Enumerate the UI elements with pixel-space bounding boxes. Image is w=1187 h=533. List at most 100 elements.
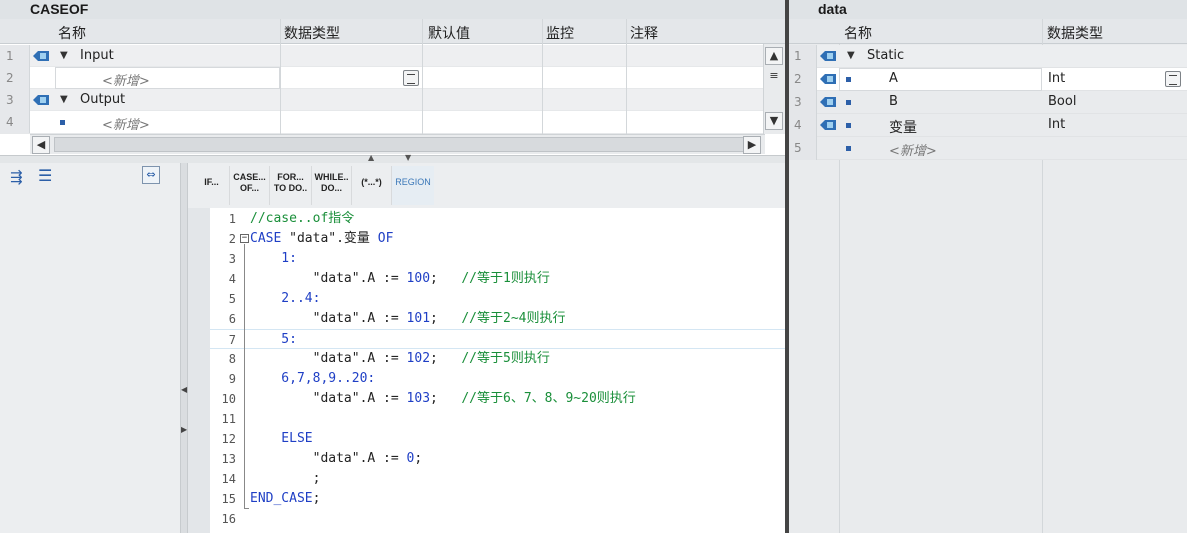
scroll-grip-icon[interactable]: ≡ [765,68,783,86]
code-line[interactable]: 5 2..4: [210,289,785,309]
code-text: "data".A := 101; //等于2~4则执行 [250,311,566,326]
case-of-button[interactable]: CASE... OF... [230,166,270,205]
line-number: 4 [228,272,236,286]
code-line[interactable]: 14 ; [210,469,785,489]
col-divider [626,19,627,134]
line-number: 2 [228,232,236,246]
row-name: Output [80,92,126,107]
collapse-triangle-icon[interactable]: ▼ [60,50,68,61]
add-new-input-cell[interactable] [55,67,280,89]
region-button[interactable]: REGION [392,166,434,205]
data-row[interactable]: 1 ▼ Static [789,45,1187,68]
code-line[interactable]: 2 CASE "data".变量 OF [210,229,785,249]
if-button[interactable]: IF... [194,166,230,205]
col-datatype[interactable]: 数据类型 [1047,23,1103,43]
col-divider [422,19,423,134]
member-square-icon [846,146,851,151]
comment-button[interactable]: (*...*) [352,166,392,205]
member-name: <新增> [889,144,937,159]
member-square-icon [846,123,851,128]
col-name[interactable]: 名称 [844,23,872,43]
outline-pane: ⇶ ☰ ⇔ [0,163,180,533]
datatype-picker-icon[interactable] [403,70,419,86]
button-label: REGION [395,177,431,187]
line-number: 11 [221,412,236,426]
splitter-right-icon[interactable]: ▶ [181,425,187,434]
code-text: 1: [250,251,297,266]
col-divider [542,19,543,134]
code-text: "data".A := 100; //等于1则执行 [250,271,550,286]
collapse-triangle-icon[interactable]: ▼ [60,94,68,105]
scroll-left-icon[interactable]: ◀ [32,136,50,154]
interface-row-input[interactable]: 1 ▼ Input [0,45,785,67]
scroll-up-icon[interactable]: ▲ [765,47,783,65]
splitter-down-icon[interactable]: ▼ [405,153,411,162]
horizontal-scroll-thumb[interactable] [54,137,744,152]
selected-cell[interactable] [839,68,1042,91]
row-number: 3 [0,89,30,111]
block-title: CASEOF [0,0,785,19]
row-number: 5 [789,137,817,160]
datatype-picker-icon[interactable] [1165,71,1181,87]
while-do-button[interactable]: WHILE.. DO... [312,166,352,205]
code-line[interactable]: 4 "data".A := 100; //等于1则执行 [210,269,785,289]
sync-icon[interactable]: ⇔ [142,166,160,184]
row-name: Input [80,48,114,63]
data-row[interactable]: 2 A Int [789,68,1187,91]
line-number: 13 [221,452,236,466]
line-number: 7 [228,333,236,347]
line-number: 10 [221,392,236,406]
code-line[interactable]: 1 //case..of指令 [210,209,785,229]
code-line[interactable]: 9 6,7,8,9..20: [210,369,785,389]
code-line[interactable]: 13 "data".A := 0; [210,449,785,469]
data-row[interactable]: 5 <新增> [789,137,1187,160]
collapse-triangle-icon[interactable]: ▼ [847,50,855,61]
data-block-title: data [789,0,1187,19]
code-editor[interactable]: 1//case..of指令 2 CASE "data".变量 OF 3 1: 4 "da… [210,208,785,533]
interface-row-output[interactable]: 3 ▼ Output [0,89,785,111]
button-label: FOR... TO DO.. [273,172,308,193]
row-number: 1 [789,45,817,68]
for-to-do-button[interactable]: FOR... TO DO.. [270,166,312,205]
line-number: 9 [228,372,236,386]
member-name: Static [867,48,905,63]
list-icon[interactable]: ☰ [38,166,52,185]
member-name: 变量 [889,120,917,136]
member-square-icon [846,100,851,105]
col-datatype[interactable]: 数据类型 [284,23,340,43]
code-text: ELSE [250,431,313,446]
code-line[interactable]: 12 ELSE [210,429,785,449]
scroll-down-icon[interactable]: ▼ [765,112,783,130]
interface-row-add-input[interactable]: 2 <新增> [0,67,785,89]
splitter-up-icon[interactable]: ▲ [368,153,374,162]
member-tag-icon [820,74,836,84]
vertical-splitter[interactable]: ◀ ▶ [180,163,188,533]
data-row[interactable]: 4 变量 Int [789,114,1187,137]
row-number: 1 [0,45,30,67]
code-line[interactable]: 7 5: [210,329,785,349]
code-line[interactable]: 6 "data".A := 101; //等于2~4则执行 [210,309,785,329]
horizontal-splitter[interactable]: ▲ ▼ [0,153,785,163]
row-number: 2 [0,67,30,89]
code-gutter [188,208,210,533]
row-number: 3 [789,91,817,114]
horizontal-scrollbar[interactable]: ◀ ▶ [30,134,765,154]
code-text: "data".A := 102; //等于5则执行 [250,351,550,366]
data-row[interactable]: 3 B Bool [789,91,1187,114]
code-line[interactable]: 16 [210,509,785,529]
splitter-left-icon[interactable]: ◀ [181,385,187,394]
col-monitor[interactable]: 监控 [546,23,574,43]
col-default[interactable]: 默认值 [428,23,470,43]
interface-row-add-output[interactable]: 4 <新增> [0,111,785,134]
code-line[interactable]: 11 [210,409,785,429]
button-label: CASE... OF... [233,172,266,193]
code-line[interactable]: 10 "data".A := 103; //等于6、7、8、9~20则执行 [210,389,785,409]
code-line[interactable]: 15 END_CASE; [210,489,785,509]
code-line[interactable]: 8 "data".A := 102; //等于5则执行 [210,349,785,369]
fold-toggle-icon[interactable]: − [240,234,249,243]
scroll-right-icon[interactable]: ▶ [743,136,761,154]
indent-icon[interactable]: ⇶ [10,168,23,186]
col-name[interactable]: 名称 [58,23,86,43]
col-comment[interactable]: 注释 [630,23,658,43]
code-line[interactable]: 3 1: [210,249,785,269]
